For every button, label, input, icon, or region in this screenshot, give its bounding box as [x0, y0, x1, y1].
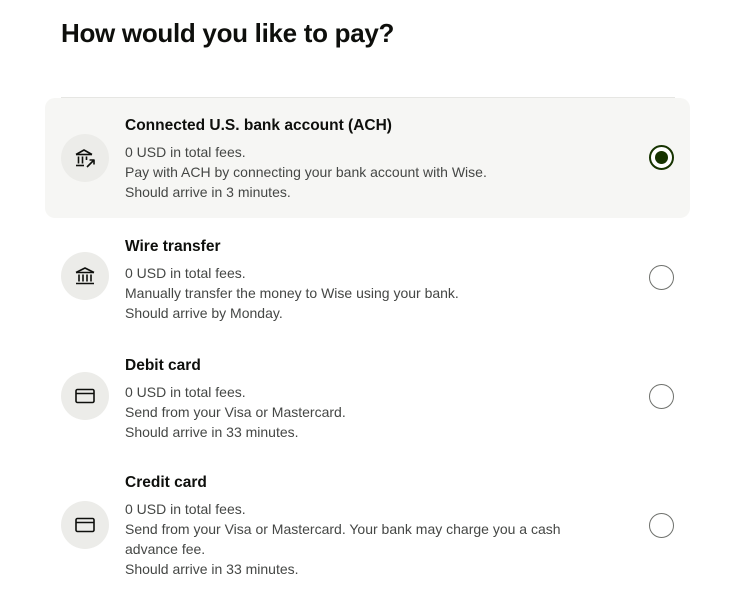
- bank-icon: [61, 252, 109, 300]
- option-text: Wire transfer 0 USD in total fees. Manua…: [125, 237, 605, 323]
- option-fees: 0 USD in total fees.: [125, 384, 246, 400]
- option-fees: 0 USD in total fees.: [125, 144, 246, 160]
- option-description: Manually transfer the money to Wise usin…: [125, 285, 459, 301]
- option-description-line1: Send from your Visa or Mastercard. Your …: [125, 521, 561, 537]
- option-fees: 0 USD in total fees.: [125, 265, 246, 281]
- card-icon: [61, 501, 109, 549]
- page-title: How would you like to pay?: [61, 18, 395, 48]
- radio-credit-card[interactable]: [649, 513, 674, 538]
- option-arrival: Should arrive in 33 minutes.: [125, 561, 299, 577]
- radio-selected-dot: [655, 151, 668, 164]
- bank-connected-icon: [61, 134, 109, 182]
- option-arrival: Should arrive by Monday.: [125, 305, 283, 321]
- payment-option-debit-card[interactable]: Debit card 0 USD in total fees. Send fro…: [45, 337, 690, 456]
- radio-debit-card[interactable]: [649, 384, 674, 409]
- option-arrival: Should arrive in 33 minutes.: [125, 424, 299, 440]
- radio-wire[interactable]: [649, 265, 674, 290]
- option-fees: 0 USD in total fees.: [125, 501, 246, 517]
- option-arrival: Should arrive in 3 minutes.: [125, 184, 291, 200]
- option-title: Connected U.S. bank account (ACH): [125, 117, 392, 134]
- option-text: Debit card 0 USD in total fees. Send fro…: [125, 356, 605, 442]
- option-text: Credit card 0 USD in total fees. Send fr…: [125, 473, 605, 579]
- payment-option-ach[interactable]: Connected U.S. bank account (ACH) 0 USD …: [45, 98, 690, 218]
- card-icon: [61, 372, 109, 420]
- option-title: Wire transfer: [125, 238, 221, 255]
- option-description: Pay with ACH by connecting your bank acc…: [125, 164, 487, 180]
- option-description-line2: advance fee.: [125, 541, 206, 557]
- option-text: Connected U.S. bank account (ACH) 0 USD …: [125, 116, 605, 202]
- radio-ach[interactable]: [649, 145, 674, 170]
- payment-option-wire[interactable]: Wire transfer 0 USD in total fees. Manua…: [45, 218, 690, 337]
- option-title: Credit card: [125, 474, 207, 491]
- option-title: Debit card: [125, 357, 201, 374]
- option-description: Send from your Visa or Mastercard.: [125, 404, 346, 420]
- payment-method-page: How would you like to pay? Connected U.S…: [0, 0, 755, 595]
- payment-option-credit-card[interactable]: Credit card 0 USD in total fees. Send fr…: [45, 456, 690, 591]
